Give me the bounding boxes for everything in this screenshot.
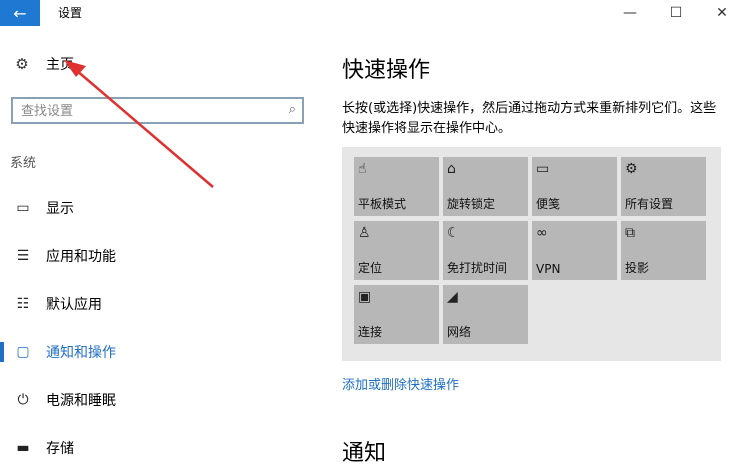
tile-network[interactable]: ◢ 网络 <box>443 285 528 344</box>
tile-project[interactable]: ⧉ 投影 <box>621 221 706 280</box>
main-content: 快速操作 长按(或选择)快速操作，然后通过拖动方式来重新排列它们。这些快速操作将… <box>325 26 743 467</box>
notification-icon: ▢ <box>16 344 30 360</box>
sidebar: ⚙ 主页 ⌕ 系统 ▭ 显示 ☰ 应用和功能 ☷ 默认应用 ▢ 通知和操作 ⏻ … <box>0 26 325 467</box>
tile-connect[interactable]: ▣ 连接 <box>354 285 439 344</box>
tile-label: 定位 <box>358 261 383 275</box>
connect-icon: ▣ <box>358 289 372 305</box>
network-icon: ◢ <box>447 289 458 305</box>
tile-rotation-lock[interactable]: ⌂ 旋转锁定 <box>443 157 528 216</box>
minimize-button[interactable]: — <box>607 0 653 26</box>
tile-label: 网络 <box>447 325 472 339</box>
storage-icon: ▬ <box>16 440 30 456</box>
search-input[interactable] <box>21 102 271 120</box>
home-label: 主页 <box>46 57 74 73</box>
tile-label: 投影 <box>625 261 650 275</box>
tile-label: 连接 <box>358 325 383 339</box>
vpn-icon: ∞ <box>536 225 548 241</box>
gear-icon: ⚙ <box>15 55 29 73</box>
sidebar-item-storage[interactable]: ▬ 存储 <box>0 431 325 465</box>
tile-vpn[interactable]: ∞ VPN <box>532 221 617 280</box>
tile-label: 便笺 <box>536 197 561 211</box>
settings-gear-icon: ⚙ <box>625 161 638 177</box>
close-icon: ✕ <box>716 5 728 21</box>
page-description: 长按(或选择)快速操作，然后通过拖动方式来重新排列它们。这些快速操作将显示在操作… <box>342 101 717 136</box>
window-title: 设置 <box>58 6 83 20</box>
tile-label: VPN <box>536 262 561 276</box>
location-icon: ♙ <box>358 225 371 241</box>
active-indicator <box>0 342 4 362</box>
tile-tablet-mode[interactable]: ☝ 平板模式 <box>354 157 439 216</box>
tile-quiet-hours[interactable]: ☾ 免打扰时间 <box>443 221 528 280</box>
sidebar-item-label: 存储 <box>46 441 74 457</box>
tablet-mode-icon: ☝ <box>358 161 367 177</box>
back-arrow-icon: ← <box>13 3 27 23</box>
sidebar-item-label: 应用和功能 <box>46 249 116 265</box>
sidebar-item-apps[interactable]: ☰ 应用和功能 <box>0 239 325 273</box>
maximize-icon: ☐ <box>669 5 683 21</box>
close-button[interactable]: ✕ <box>699 0 743 26</box>
power-icon: ⏻ <box>17 392 29 408</box>
search-box[interactable]: ⌕ <box>11 97 304 124</box>
tile-note[interactable]: ▭ 便笺 <box>532 157 617 216</box>
tile-label: 平板模式 <box>358 197 407 211</box>
sidebar-item-label: 默认应用 <box>46 297 102 313</box>
moon-icon: ☾ <box>447 225 460 241</box>
note-icon: ▭ <box>536 161 550 177</box>
tile-label: 旋转锁定 <box>447 197 496 211</box>
tile-label: 所有设置 <box>625 197 674 211</box>
sidebar-item-display[interactable]: ▭ 显示 <box>0 191 325 225</box>
search-icon[interactable]: ⌕ <box>289 102 296 117</box>
monitor-icon: ▭ <box>16 200 30 216</box>
sidebar-item-power[interactable]: ⏻ 电源和睡眠 <box>0 383 325 417</box>
tile-location[interactable]: ♙ 定位 <box>354 221 439 280</box>
minimize-icon: — <box>623 5 637 21</box>
apps-list-icon: ☰ <box>16 248 30 264</box>
title-bar: ← 设置 — ☐ ✕ <box>0 0 743 26</box>
notifications-section-title: 通知 <box>342 441 387 466</box>
group-label-system: 系统 <box>10 156 37 171</box>
sidebar-item-default-apps[interactable]: ☷ 默认应用 <box>0 287 325 321</box>
rotation-lock-icon: ⌂ <box>447 161 456 177</box>
sidebar-item-label: 通知和操作 <box>46 345 116 361</box>
sidebar-item-label: 显示 <box>46 201 74 217</box>
tile-label: 免打扰时间 <box>447 261 508 275</box>
project-icon: ⧉ <box>625 225 635 241</box>
tile-all-settings[interactable]: ⚙ 所有设置 <box>621 157 706 216</box>
quick-actions-panel: ☝ 平板模式 ⌂ 旋转锁定 ▭ 便笺 ⚙ 所有设置 ♙ 定位 ☾ 免打扰时间 ∞… <box>342 147 721 361</box>
home-nav-item[interactable]: ⚙ 主页 <box>12 54 74 74</box>
default-apps-icon: ☷ <box>16 296 30 312</box>
sidebar-item-notifications[interactable]: ▢ 通知和操作 <box>0 335 325 369</box>
sidebar-item-label: 电源和睡眠 <box>46 393 116 409</box>
page-title: 快速操作 <box>342 58 431 83</box>
maximize-button[interactable]: ☐ <box>653 0 699 26</box>
add-remove-quick-actions-link[interactable]: 添加或删除快速操作 <box>342 374 459 393</box>
back-button[interactable]: ← <box>0 0 40 26</box>
